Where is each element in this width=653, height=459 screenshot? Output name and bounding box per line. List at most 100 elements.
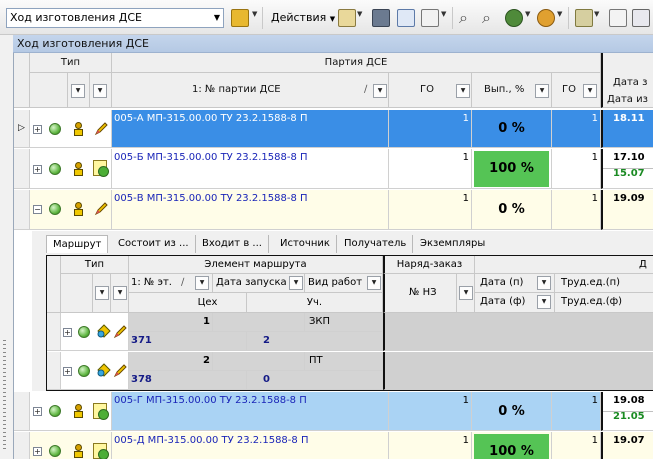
chevron-down-icon[interactable]: ▼ — [525, 10, 530, 18]
table-row[interactable]: ▷ + 005-А МП-315.00.00 ТУ 23.2.1588-8 П … — [14, 110, 653, 148]
chevron-down-icon[interactable]: ▼ — [441, 10, 446, 18]
filter-dropdown-icon[interactable]: ▼ — [537, 295, 551, 309]
labor-fact-column-label: Труд.ед.(ф) — [561, 296, 623, 307]
type-col-2-header[interactable]: ▼ — [68, 73, 90, 108]
tab-receiver[interactable]: Получатель — [338, 235, 414, 253]
route-node-icon — [97, 324, 111, 338]
refresh-icon[interactable] — [537, 9, 555, 27]
route-group-type: Тип — [61, 256, 129, 274]
route-group-element: Элемент маршрута — [129, 256, 383, 274]
print-icon[interactable] — [632, 9, 650, 27]
shop-column-header[interactable]: Цех — [129, 293, 247, 313]
batch-no-column-label: 1: № партии ДСЕ — [192, 84, 281, 95]
save-icon[interactable] — [372, 9, 390, 27]
collapse-icon[interactable]: − — [33, 205, 42, 214]
done-percent: 0 % — [498, 404, 525, 419]
filter-dropdown-icon[interactable]: ▼ — [113, 286, 127, 300]
date-fact-column-header[interactable]: Дата (ф) ▼ — [475, 293, 555, 313]
worker-icon — [73, 162, 83, 176]
labor-plan-column-header[interactable]: Труд.ед.(п) — [555, 274, 653, 293]
expand-icon[interactable]: + — [33, 165, 42, 174]
date-value: 19.09 — [613, 193, 645, 204]
chevron-down-icon: ▼ — [213, 13, 220, 22]
start-date-column-header[interactable]: Дата запуска ▼ — [213, 274, 305, 293]
date2-value: 21.05 — [613, 411, 645, 422]
filter-dropdown-icon[interactable]: ▼ — [456, 84, 470, 98]
tab-part-of[interactable]: Входит в ... — [196, 235, 269, 253]
tab-consists-of[interactable]: Состоит из ... — [112, 235, 196, 253]
filter-dropdown-icon[interactable]: ▼ — [537, 276, 551, 290]
copy-icon[interactable] — [338, 9, 356, 27]
step-number: 2 — [203, 355, 210, 366]
batch-name: 005-Г МП-315.00.00 ТУ 23.2.1588-8 П — [114, 395, 307, 406]
tab-route[interactable]: Маршрут — [46, 235, 109, 253]
done-column-header[interactable]: Вып., % ▼ — [472, 73, 552, 108]
route-step-row[interactable]: + 1 ЗКП 371 2 — [47, 313, 653, 351]
filter-dropdown-icon[interactable]: ▼ — [289, 276, 303, 290]
filter-dropdown-icon[interactable]: ▼ — [367, 276, 381, 290]
filter-dropdown-icon[interactable]: ▼ — [535, 84, 549, 98]
table-icon[interactable] — [421, 9, 439, 27]
step-column-label: 1: № эт. — [131, 277, 172, 288]
expand-icon[interactable]: + — [33, 407, 42, 416]
order-no-filter[interactable]: ▼ — [457, 274, 475, 313]
date2-value: 15.07 — [613, 168, 645, 179]
pencil-icon — [112, 324, 128, 340]
order-no-column-header[interactable]: № НЗ — [383, 274, 457, 313]
tree-icon[interactable] — [505, 9, 523, 27]
table-row[interactable]: + 005-Г МП-315.00.00 ТУ 23.2.1588-8 П 1 … — [14, 392, 653, 431]
grid-view-icon[interactable] — [397, 9, 415, 27]
step-column-header[interactable]: 1: № эт. ∕ ▼ — [129, 274, 213, 293]
type-col-3-header[interactable]: ▼ — [90, 73, 112, 108]
go2-column-header[interactable]: ГО ▼ — [552, 73, 601, 108]
expand-icon[interactable]: + — [33, 125, 42, 134]
chevron-down-icon[interactable]: ▼ — [252, 10, 257, 18]
print-preview-icon[interactable] — [609, 9, 627, 27]
filter-dropdown-icon[interactable]: ▼ — [373, 84, 387, 98]
labor-fact-column-header[interactable]: Труд.ед.(ф) — [555, 293, 653, 313]
tab-instances[interactable]: Экземпляры — [414, 235, 491, 253]
chevron-down-icon[interactable]: ▼ — [594, 10, 599, 18]
work-type-column-header[interactable]: Вид работ ▼ — [305, 274, 383, 293]
route-type-col-3[interactable]: ▼ — [111, 274, 129, 313]
key-filter-icon[interactable] — [231, 9, 249, 27]
filter-dropdown-icon[interactable]: ▼ — [195, 276, 209, 290]
date-value: 18.11 — [613, 113, 645, 124]
shop-value: 371 — [131, 335, 152, 346]
route-step-row[interactable]: + 2 ПТ 378 0 — [47, 352, 653, 390]
filter-dropdown-icon[interactable]: ▼ — [459, 286, 473, 300]
tab-source[interactable]: Источник — [274, 235, 337, 253]
table-row[interactable]: − 005-В МП-315.00.00 ТУ 23.2.1588-8 П 1 … — [14, 190, 653, 230]
filter-dropdown-icon[interactable]: ▼ — [71, 84, 85, 98]
panel-title: Ход изготовления ДСЕ — [13, 35, 653, 53]
document-done-icon — [93, 443, 109, 459]
splitter-grip[interactable] — [3, 340, 6, 450]
batch-no-column-header[interactable]: 1: № партии ДСЕ ∕ ▼ — [112, 73, 389, 108]
search-icon[interactable]: ⌕ — [459, 8, 468, 28]
table-row[interactable]: + 005-Б МП-315.00.00 ТУ 23.2.1588-8 П 1 … — [14, 149, 653, 189]
expand-icon[interactable]: + — [63, 328, 72, 337]
chevron-down-icon[interactable]: ▼ — [557, 10, 562, 18]
table-row[interactable]: + 005-Д МП-315.00.00 ТУ 23.2.1588-8 П 1 … — [14, 432, 653, 459]
status-ok-icon — [49, 123, 61, 135]
chevron-down-icon[interactable]: ▼ — [357, 10, 362, 18]
order-no-column-label: № НЗ — [409, 287, 437, 298]
date-column-header[interactable]: Дата з Дата из — [601, 53, 653, 108]
date-plan-column-header[interactable]: Дата (п) ▼ — [475, 274, 555, 293]
search-next-icon[interactable]: ⌕ — [482, 8, 491, 28]
route-type-col-2[interactable]: ▼ — [93, 274, 111, 313]
actions-menu-button[interactable]: Действия ▼ — [271, 9, 335, 28]
detail-panel: Маршрут Состоит из ... Входит в ... Исто… — [32, 231, 653, 391]
view-selector[interactable]: Ход изготовления ДСЕ ▼ — [6, 8, 224, 28]
filter-dropdown-icon[interactable]: ▼ — [583, 84, 597, 98]
expand-icon[interactable]: + — [63, 367, 72, 376]
go-value: 1 — [462, 435, 469, 446]
filter-dropdown-icon[interactable]: ▼ — [93, 84, 107, 98]
section-column-header[interactable]: Уч. — [247, 293, 383, 313]
document-done-icon — [93, 403, 109, 420]
go-column-header[interactable]: ГО ▼ — [389, 73, 472, 108]
go-value: 1 — [462, 395, 469, 406]
document-icon[interactable] — [575, 9, 593, 27]
expand-icon[interactable]: + — [33, 447, 42, 456]
filter-dropdown-icon[interactable]: ▼ — [95, 286, 109, 300]
